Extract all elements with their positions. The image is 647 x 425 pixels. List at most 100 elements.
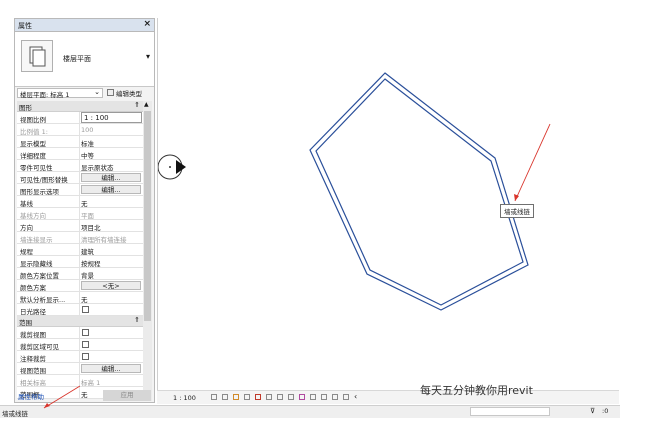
column-divider — [79, 124, 80, 136]
edit-button[interactable]: 编辑... — [81, 173, 141, 182]
property-row[interactable]: 颜色方案位置 背景 — [17, 268, 143, 280]
edit-button[interactable]: 编辑... — [81, 364, 141, 373]
property-value: 无 — [81, 296, 88, 304]
column-divider — [79, 327, 80, 339]
property-key: 注释裁剪 — [20, 355, 46, 363]
property-value: 建筑 — [81, 248, 94, 256]
property-value: 100 — [81, 126, 94, 134]
column-divider — [79, 268, 80, 280]
close-icon[interactable]: × — [143, 19, 151, 29]
property-row[interactable]: 视图范围 编辑... — [17, 363, 143, 375]
chevron-down-icon[interactable]: ▾ — [146, 52, 150, 61]
section-extents[interactable]: 范围 ⇑ — [17, 316, 143, 327]
property-row[interactable]: 规程 建筑 — [17, 244, 143, 256]
property-row[interactable]: 视图比例 1 : 100 — [17, 112, 143, 124]
watermark: 每天五分钟教你用revit — [420, 384, 533, 397]
crop-view-icon[interactable] — [266, 394, 272, 400]
visual-style-icon[interactable] — [222, 394, 228, 400]
wall-outer-line[interactable] — [309, 72, 529, 311]
filter-icon[interactable]: ⊽ — [590, 407, 595, 415]
property-row[interactable]: 方向 项目北 — [17, 220, 143, 232]
checkbox[interactable] — [82, 329, 89, 336]
status-field[interactable] — [470, 407, 550, 416]
reveal-hidden-icon[interactable] — [310, 394, 316, 400]
property-row[interactable]: 注释裁剪 — [17, 351, 143, 363]
column-divider — [79, 292, 80, 304]
property-row[interactable]: 基线 无 — [17, 196, 143, 208]
property-row[interactable]: 裁剪视图 — [17, 327, 143, 339]
selection-count: :0 — [602, 407, 609, 415]
drawing-view[interactable] — [157, 18, 620, 403]
constraints-icon[interactable] — [343, 394, 349, 400]
collapse-icon[interactable]: ⇑ — [134, 101, 140, 109]
section-graphics[interactable]: 图形 ⇑ — [17, 101, 143, 112]
property-row[interactable]: 零件可见性 显示原状态 — [17, 160, 143, 172]
type-selector[interactable]: 楼层平面 ▾ — [15, 32, 154, 87]
property-row[interactable]: 颜色方案 <无> — [17, 280, 143, 292]
unlock-3d-icon[interactable] — [288, 394, 294, 400]
instance-selector[interactable]: 楼层平面: 标高 1 ⌄ — [17, 88, 103, 99]
detail-level-icon[interactable] — [211, 394, 217, 400]
property-key: 裁剪区域可见 — [20, 343, 59, 351]
view-scale-input[interactable]: 1 : 100 — [81, 112, 142, 123]
wall-inner-line[interactable] — [315, 78, 524, 306]
property-key: 日光路径 — [20, 308, 46, 316]
property-row[interactable]: 显示隐藏线 按规程 — [17, 256, 143, 268]
property-value: 标高 1 — [81, 379, 101, 387]
edit-type-button[interactable]: 编辑类型 — [107, 88, 153, 98]
property-row[interactable]: 图形显示选项 编辑... — [17, 184, 143, 196]
palette-scrollbar[interactable]: ▲ ▼ — [143, 101, 152, 401]
column-divider — [79, 136, 80, 148]
property-row[interactable]: 基线方向 平面 — [17, 208, 143, 220]
property-value: 项目北 — [81, 224, 101, 232]
property-key: 默认分析显示... — [20, 296, 66, 304]
column-divider — [79, 172, 80, 184]
scroll-up-icon[interactable]: ▲ — [144, 101, 149, 108]
drawing-canvas[interactable] — [158, 18, 620, 390]
view-control-bar: 1 : 100 ‹ — [157, 390, 619, 404]
property-value: 平面 — [81, 212, 94, 220]
property-row[interactable]: 墙连接显示 清理所有墙连接 — [17, 232, 143, 244]
shadows-icon[interactable] — [244, 394, 250, 400]
view-scale[interactable]: 1 : 100 — [173, 394, 196, 402]
property-key: 比例值 1: — [20, 128, 48, 136]
property-key: 基线方向 — [20, 212, 46, 220]
property-row[interactable]: 详细程度 中等 — [17, 148, 143, 160]
edit-button[interactable]: 编辑... — [81, 185, 141, 194]
instance-row: 楼层平面: 标高 1 ⌄ 编辑类型 — [15, 87, 154, 100]
column-divider — [79, 112, 80, 124]
column-divider — [79, 244, 80, 256]
elevation-marker-icon[interactable] — [158, 154, 186, 180]
checkbox[interactable] — [82, 306, 89, 313]
show-crop-icon[interactable] — [277, 394, 283, 400]
property-row[interactable]: 默认分析显示... 无 — [17, 292, 143, 304]
status-bar: 墙或线链 ⚙ ⊽ :0 — [0, 405, 620, 418]
palette-title-bar: 属性 × — [15, 19, 154, 32]
property-row[interactable]: 可见性/图形替换 编辑... — [17, 172, 143, 184]
checkbox[interactable] — [82, 353, 89, 360]
property-key: 方向 — [20, 224, 33, 232]
property-value: 标准 — [81, 140, 94, 148]
scroll-thumb[interactable] — [144, 111, 151, 321]
section-label: 范围 — [19, 319, 32, 327]
checkbox[interactable] — [82, 341, 89, 348]
property-row[interactable]: 日光路径 — [17, 304, 143, 316]
render-icon[interactable] — [255, 394, 261, 400]
property-row[interactable]: 比例值 1: 100 — [17, 124, 143, 136]
collapse-icon[interactable]: ⇑ — [134, 316, 140, 324]
property-row[interactable]: 显示模型 标准 — [17, 136, 143, 148]
analytical-model-icon[interactable] — [321, 394, 327, 400]
column-divider — [79, 196, 80, 208]
edit-button[interactable]: <无> — [81, 281, 141, 290]
temporary-hide-icon[interactable] — [299, 394, 305, 400]
apply-button[interactable]: 应用 — [103, 390, 151, 401]
property-grid: 图形 ⇑ 范围 ⇑ 视图比例 1 : 100 比例值 1: 100 显示模型 标准 详细程度… — [17, 101, 143, 401]
chevron-left-icon[interactable]: ‹ — [354, 392, 357, 401]
property-key: 裁剪视图 — [20, 331, 46, 339]
highlight-icon[interactable] — [332, 394, 338, 400]
top-strip — [0, 0, 647, 10]
column-divider — [79, 304, 80, 316]
arrow-head-icon — [514, 194, 519, 201]
property-row[interactable]: 裁剪区域可见 — [17, 339, 143, 351]
sun-path-icon[interactable] — [233, 394, 239, 400]
